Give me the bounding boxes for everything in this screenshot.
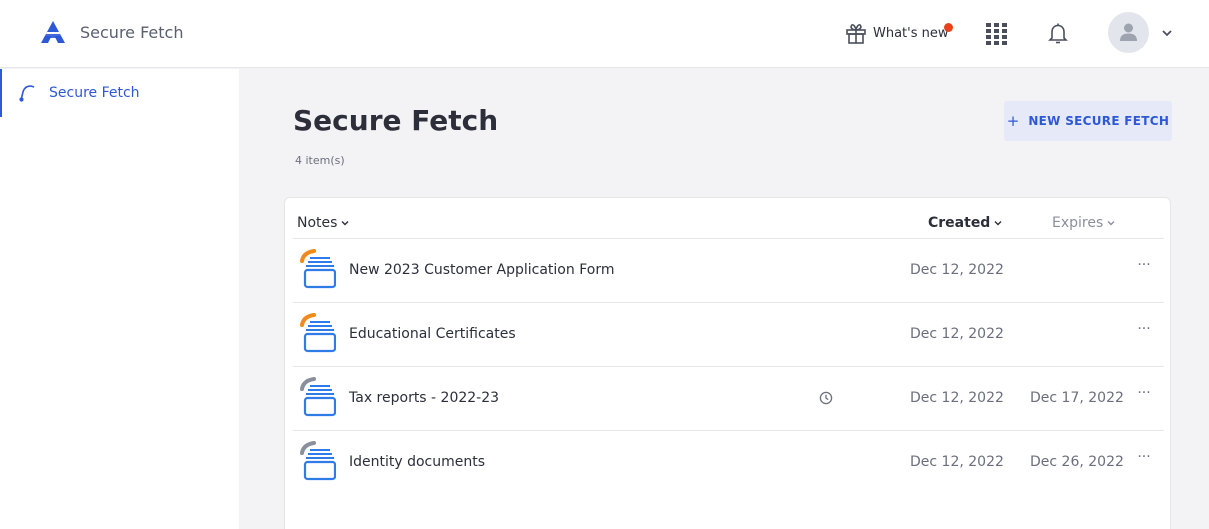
app-logo-icon[interactable] [40, 20, 66, 44]
row-created: Dec 12, 2022 [910, 454, 1004, 470]
bell-icon[interactable] [1046, 21, 1070, 45]
top-header: Secure Fetch What's new [0, 0, 1209, 68]
table-row[interactable]: Identity documents Dec 12, 2022 Dec 26, … [293, 430, 1164, 494]
status-arc [300, 377, 316, 391]
chevron-down-icon[interactable] [1160, 26, 1174, 40]
column-header-label: Created [928, 215, 991, 231]
clock-icon [819, 391, 833, 405]
column-header-label: Expires [1052, 215, 1104, 231]
more-options-icon[interactable]: ··· [1135, 257, 1153, 277]
status-arc [300, 249, 316, 263]
avatar[interactable] [1108, 12, 1149, 53]
secure-fetch-icon [19, 85, 35, 102]
row-created: Dec 12, 2022 [910, 326, 1004, 342]
column-header-created[interactable]: Created [928, 215, 1003, 231]
table-row[interactable]: Tax reports - 2022-23 Dec 12, 2022 Dec 1… [293, 366, 1164, 430]
apps-grid-icon[interactable] [986, 23, 1008, 45]
notification-dot [944, 23, 953, 32]
chevron-down-icon [1107, 221, 1115, 226]
sidebar: Secure Fetch [0, 69, 239, 529]
column-header-notes[interactable]: Notes [297, 215, 350, 231]
more-options-icon[interactable]: ··· [1135, 321, 1153, 341]
table-row[interactable]: New 2023 Customer Application Form Dec 1… [293, 238, 1164, 302]
row-expires: Dec 26, 2022 [1030, 454, 1124, 470]
app-title[interactable]: Secure Fetch [80, 23, 183, 42]
gift-icon [846, 24, 866, 44]
page-title: Secure Fetch [293, 104, 499, 137]
sidebar-item-label: Secure Fetch [49, 85, 140, 101]
folder-stack-icon [300, 249, 336, 289]
row-name: Identity documents [349, 454, 486, 470]
user-icon [1120, 23, 1137, 41]
more-options-icon[interactable]: ··· [1135, 385, 1153, 405]
secure-fetch-table: Notes Created Expires New 2023 Customer … [284, 197, 1171, 529]
more-options-icon[interactable]: ··· [1135, 449, 1153, 469]
status-arc [300, 313, 316, 327]
folder-stack-icon [300, 313, 336, 353]
row-created: Dec 12, 2022 [910, 390, 1004, 406]
table-row[interactable]: Educational Certificates Dec 12, 2022 ··… [293, 302, 1164, 366]
folder-stack-icon [300, 377, 336, 417]
whats-new-label: What's new [873, 25, 949, 41]
new-secure-fetch-button[interactable]: + NEW SECURE FETCH [1004, 101, 1172, 141]
whats-new-button[interactable]: What's new [844, 20, 953, 46]
row-name: New 2023 Customer Application Form [349, 262, 615, 278]
sidebar-item-secure-fetch[interactable]: Secure Fetch [0, 69, 239, 117]
folder-stack-icon [300, 441, 336, 481]
item-count: 4 item(s) [295, 154, 345, 167]
chevron-down-icon [341, 221, 349, 226]
row-created: Dec 12, 2022 [910, 262, 1004, 278]
chevron-down-icon [994, 221, 1002, 226]
row-expires: Dec 17, 2022 [1030, 390, 1124, 406]
column-header-label: Notes [297, 215, 338, 231]
status-arc [300, 441, 316, 455]
row-name: Tax reports - 2022-23 [349, 390, 500, 406]
column-header-expires[interactable]: Expires [1052, 215, 1116, 231]
row-name: Educational Certificates [349, 326, 516, 342]
new-secure-fetch-label: NEW SECURE FETCH [1028, 114, 1170, 128]
plus-icon: + [1006, 112, 1020, 130]
